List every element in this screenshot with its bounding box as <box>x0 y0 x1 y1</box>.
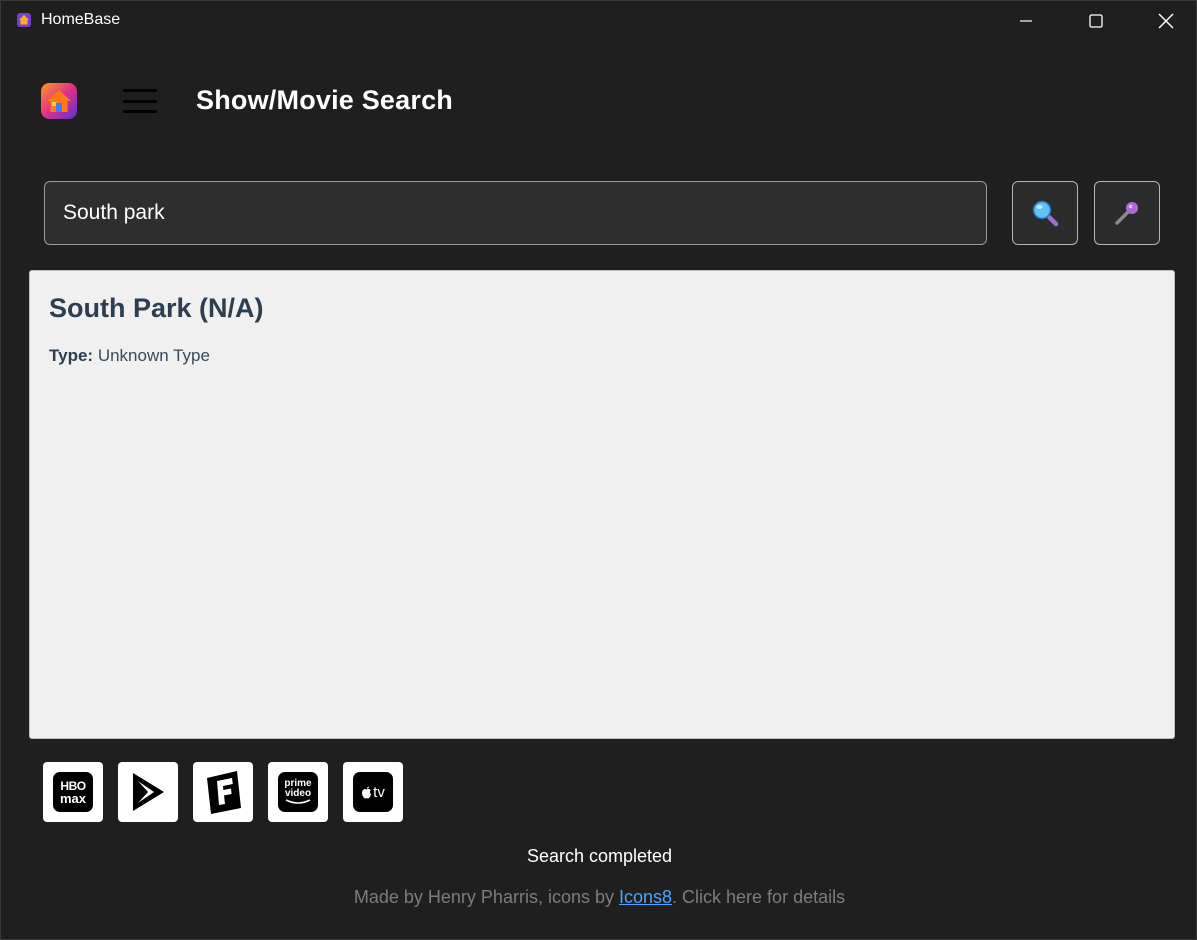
apple-tv-button[interactable]: tv <box>343 762 403 822</box>
close-button[interactable] <box>1143 1 1189 41</box>
google-play-button[interactable] <box>118 762 178 822</box>
result-type-value: Unknown Type <box>97 346 210 365</box>
google-play-icon <box>133 773 164 811</box>
maximize-button[interactable] <box>1073 1 1119 41</box>
fandango-icon <box>207 771 241 814</box>
hamburger-line <box>123 89 157 92</box>
apple-logo-icon <box>362 786 372 798</box>
search-button[interactable] <box>1012 181 1078 245</box>
title-bar: HomeBase <box>1 1 1196 41</box>
minimize-icon <box>1020 20 1032 22</box>
prime-video-icon: prime video <box>278 772 318 812</box>
fandango-button[interactable] <box>193 762 253 822</box>
prime-smile-icon <box>285 799 311 804</box>
magnifier-icon <box>1032 200 1059 227</box>
search-input[interactable] <box>44 181 987 245</box>
microphone-icon <box>1115 202 1138 225</box>
result-title: South Park (N/A) <box>49 293 264 323</box>
maximize-icon <box>1089 14 1103 28</box>
menu-button[interactable] <box>123 87 159 115</box>
voice-search-button[interactable] <box>1094 181 1160 245</box>
hbo-max-icon: HBO max <box>53 772 93 812</box>
results-panel: South Park (N/A) Type: Unknown Type <box>29 270 1175 739</box>
hamburger-line <box>123 99 157 103</box>
page-title: Show/Movie Search <box>196 85 453 115</box>
close-icon <box>1158 13 1174 29</box>
footer-prefix: Made by Henry Pharris, icons by <box>353 887 619 907</box>
hbo-max-button[interactable]: HBO max <box>43 762 103 822</box>
homebase-logo-icon <box>41 83 77 119</box>
result-type: Type: Unknown Type <box>49 346 210 366</box>
footer-suffix: . Click here for details <box>672 887 846 907</box>
icons8-link[interactable]: Icons8 <box>619 887 672 907</box>
window-title: HomeBase <box>41 11 121 28</box>
prime-video-button[interactable]: prime video <box>268 762 328 822</box>
apple-tv-icon: tv <box>353 772 393 812</box>
minimize-button[interactable] <box>1003 1 1049 41</box>
result-type-label: Type: <box>49 346 94 365</box>
app-icon <box>17 13 31 27</box>
footer-credits[interactable]: Made by Henry Pharris, icons by Icons8. … <box>1 887 1197 908</box>
hamburger-line <box>123 110 157 113</box>
status-text: Search completed <box>526 846 673 866</box>
app-window: HomeBase Show/Movie Search South park So… <box>0 0 1197 940</box>
